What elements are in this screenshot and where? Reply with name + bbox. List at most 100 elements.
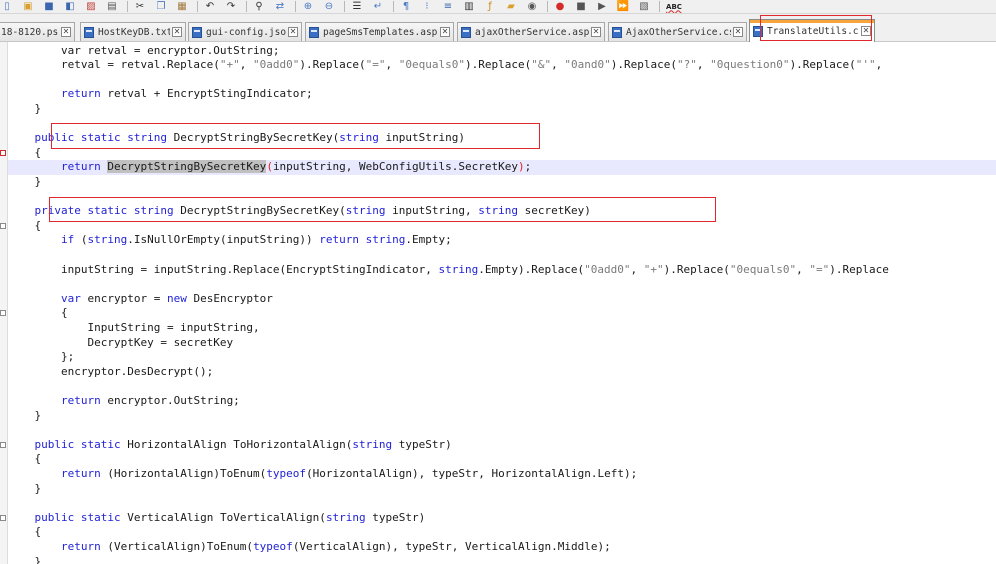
fold-marker[interactable] xyxy=(0,149,6,156)
code-token: DecryptKey = secretKey xyxy=(8,335,234,349)
code-line[interactable]: inputString = inputString.Replace(Encryp… xyxy=(8,263,996,278)
code-line[interactable]: var encryptor = new DesEncryptor xyxy=(8,292,996,307)
code-line[interactable]: var retval = encryptor.OutString; xyxy=(8,44,996,59)
code-line[interactable]: } xyxy=(8,175,996,190)
code-line[interactable] xyxy=(8,423,996,438)
code-line[interactable] xyxy=(8,73,996,88)
spellcheck-icon[interactable]: ABC xyxy=(665,1,683,13)
code-line[interactable]: if (string.IsNullOrEmpty(inputString)) r… xyxy=(8,233,996,248)
code-token: DecryptStringBySecretKey( xyxy=(167,131,340,145)
code-line[interactable]: retval = retval.Replace("+", "0add0").Re… xyxy=(8,58,996,73)
save-macro-icon[interactable]: ▧ xyxy=(637,1,651,13)
code-line[interactable]: { xyxy=(8,146,996,161)
code-line[interactable]: public static VerticalAlign ToVerticalAl… xyxy=(8,511,996,526)
fold-marker[interactable] xyxy=(0,310,6,317)
code-token: , xyxy=(385,58,399,72)
close-icon[interactable]: ✕ xyxy=(591,27,601,37)
code-line[interactable]: DecryptKey = secretKey xyxy=(8,336,996,351)
stop-macro-icon[interactable]: ■ xyxy=(574,1,588,13)
tab-18-8120-ps1[interactable]: 18-8120.ps1 ✕ xyxy=(0,22,75,41)
toolbar-separator xyxy=(197,1,198,12)
code-line[interactable] xyxy=(8,496,996,511)
close-icon[interactable]: ✕ xyxy=(440,27,450,37)
code-line[interactable] xyxy=(8,117,996,132)
save-all-icon[interactable]: ◧ xyxy=(63,1,77,13)
code-line[interactable]: private static string DecryptStringBySec… xyxy=(8,204,996,219)
folder-workspace-icon[interactable]: ▰ xyxy=(504,1,518,13)
sync-scroll-icon[interactable]: ☰ xyxy=(350,1,364,13)
run-macro-multiple-icon[interactable]: ⏩ xyxy=(616,1,630,13)
code-line[interactable]: return (VerticalAlign)ToEnum(typeof(Vert… xyxy=(8,540,996,555)
code-line[interactable] xyxy=(8,190,996,205)
fold-marker[interactable] xyxy=(0,441,6,448)
code-line[interactable]: public static HorizontalAlign ToHorizont… xyxy=(8,438,996,453)
code-line[interactable] xyxy=(8,248,996,263)
cut-icon[interactable]: ✂ xyxy=(133,1,147,13)
tab-hostkeydb-txt[interactable]: HostKeyDB.txt ✕ xyxy=(80,22,186,41)
word-wrap-icon[interactable]: ↵ xyxy=(371,1,385,13)
code-line[interactable]: { xyxy=(8,306,996,321)
tab-pagesmstemplates-aspx[interactable]: pageSmsTemplates.aspx ✕ xyxy=(305,22,454,41)
code-line[interactable]: return (HorizontalAlign)ToEnum(typeof(Ho… xyxy=(8,467,996,482)
code-line[interactable]: { xyxy=(8,452,996,467)
find-icon[interactable]: ⚲ xyxy=(252,1,266,13)
fold-marker[interactable] xyxy=(0,222,6,229)
code-token: } xyxy=(8,554,42,564)
code-line[interactable]: } xyxy=(8,555,996,564)
zoom-in-icon[interactable]: ⊕ xyxy=(301,1,315,13)
record-macro-icon[interactable]: ● xyxy=(553,1,567,13)
code-token: inputString) xyxy=(378,131,466,145)
indent-guide-icon[interactable]: ⁝ xyxy=(420,1,434,13)
code-token: { xyxy=(8,525,42,539)
redo-icon[interactable]: ↷ xyxy=(224,1,238,13)
code-line[interactable]: InputString = inputString, xyxy=(8,321,996,336)
close-icon[interactable]: ✕ xyxy=(733,27,743,37)
code-line[interactable]: return encryptor.OutString; xyxy=(8,394,996,409)
code-token: } xyxy=(8,481,42,495)
close-icon[interactable]: ✕ xyxy=(172,27,182,37)
lang-icon[interactable]: ≡ xyxy=(441,1,455,13)
function-list-icon[interactable]: ƒ xyxy=(483,1,497,13)
code-line[interactable]: public static string DecryptStringBySecr… xyxy=(8,131,996,146)
close-icon[interactable]: ✕ xyxy=(288,27,298,37)
print-icon[interactable]: ▤ xyxy=(105,1,119,13)
code-line[interactable]: return DecryptStringBySecretKey(inputStr… xyxy=(8,160,996,175)
code-keyword: private xyxy=(34,204,81,218)
code-line[interactable] xyxy=(8,277,996,292)
play-macro-icon[interactable]: ▶ xyxy=(595,1,609,13)
open-icon[interactable]: ▣ xyxy=(21,1,35,13)
code-line[interactable]: }; xyxy=(8,350,996,365)
copy-icon[interactable]: ❐ xyxy=(154,1,168,13)
paste-icon[interactable]: ▦ xyxy=(175,1,189,13)
replace-icon[interactable]: ⇄ xyxy=(273,1,287,13)
save-icon[interactable]: ■ xyxy=(42,1,56,13)
tab-ajaxotherservice-cs[interactable]: AjaxOtherService.cs ✕ xyxy=(608,22,747,41)
code-line[interactable] xyxy=(8,379,996,394)
tab-translateutils-cs[interactable]: TranslateUtils.cs ✕ xyxy=(749,19,875,42)
tab-ajaxotherservice-aspx[interactable]: ajaxOtherService.aspx ✕ xyxy=(457,22,605,41)
show-all-chars-icon[interactable]: ¶ xyxy=(399,1,413,13)
close-file-icon[interactable]: ▨ xyxy=(84,1,98,13)
undo-icon[interactable]: ↶ xyxy=(203,1,217,13)
monitor-icon[interactable]: ◉ xyxy=(525,1,539,13)
doc-map-icon[interactable]: ▥ xyxy=(462,1,476,13)
close-icon[interactable]: ✕ xyxy=(861,26,871,36)
code-token: (HorizontalAlign), typeStr, HorizontalAl… xyxy=(306,466,638,480)
code-keyword: return xyxy=(319,233,360,247)
code-keyword: string xyxy=(352,437,393,451)
zoom-out-icon[interactable]: ⊖ xyxy=(322,1,336,13)
code-line[interactable]: { xyxy=(8,525,996,540)
close-icon[interactable]: ✕ xyxy=(61,27,71,37)
code-line[interactable]: } xyxy=(8,482,996,497)
code-line[interactable]: } xyxy=(8,102,996,117)
code-editor[interactable]: var retval = encryptor.OutString; retval… xyxy=(0,42,996,564)
tab-gui-config-json[interactable]: gui-config.json ✕ xyxy=(188,22,302,41)
code-line[interactable]: } xyxy=(8,409,996,424)
fold-marker[interactable] xyxy=(0,514,6,521)
new-file-icon[interactable]: ▯ xyxy=(0,1,14,13)
code-line[interactable]: return retval + EncryptStingIndicator; xyxy=(8,87,996,102)
code-token: { xyxy=(8,452,42,466)
code-line[interactable]: { xyxy=(8,219,996,234)
code-line[interactable]: encryptor.DesDecrypt(); xyxy=(8,365,996,380)
